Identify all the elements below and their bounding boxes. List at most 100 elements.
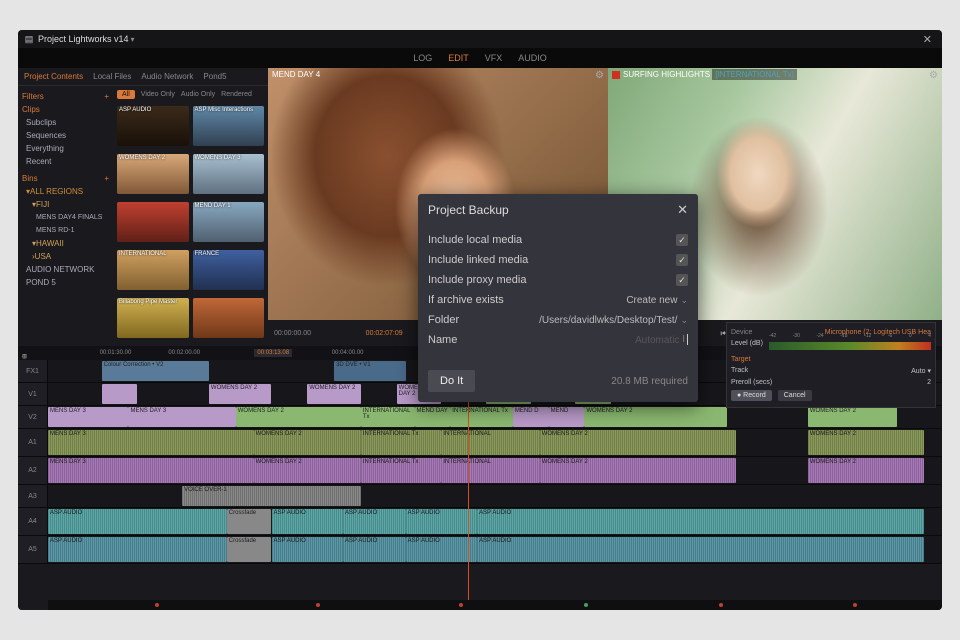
clip-thumbnail[interactable]: WOMENS DAY 3	[193, 154, 265, 194]
timeline-clip[interactable]: INTERNATIONAL	[441, 430, 539, 455]
filter-video[interactable]: Video Only	[141, 91, 175, 98]
timeline-clip[interactable]: ASP AUDIO	[406, 537, 478, 562]
bin-fiji[interactable]: ▾FIJI	[22, 198, 109, 211]
timeline-clip[interactable]: ASP AUDIO	[477, 537, 924, 562]
timeline-clip[interactable]: WOMENS DAY 2	[307, 384, 361, 404]
timeline-marker[interactable]	[155, 603, 159, 607]
timeline-marker[interactable]	[316, 603, 320, 607]
tree-item[interactable]: POND 5	[22, 276, 109, 289]
name-input[interactable]: Automatic I	[477, 334, 688, 345]
clip-thumbnail[interactable]: ASP Misc Interactions	[193, 106, 265, 146]
checkbox[interactable]: ✓	[676, 254, 688, 266]
timeline-clip[interactable]: ASP AUDIO	[272, 509, 344, 534]
track-label[interactable]: FX1	[18, 360, 48, 382]
timeline-clip[interactable]: WOMENS DAY 2	[540, 430, 737, 455]
bin-hawaii[interactable]: ▾HAWAII	[22, 237, 109, 250]
timeline-clip[interactable]: MENS DAY 3	[48, 458, 254, 483]
timeline-clip[interactable]: MEND	[549, 407, 585, 427]
panel-tab[interactable]: Local Files	[93, 72, 131, 81]
clip-thumbnail[interactable]: Billabong Pipe Master	[117, 298, 189, 338]
tree-item[interactable]: Sequences	[22, 129, 109, 142]
panel-tab[interactable]: Project Contents	[24, 72, 83, 81]
timeline-clip[interactable]: ASP AUDIO	[343, 537, 406, 562]
track-label[interactable]: A1	[18, 429, 48, 456]
track-body[interactable]: ASP AUDIOCrossfadeASP AUDIOASP AUDIOASP …	[48, 536, 942, 563]
tree-item[interactable]: Subclips	[22, 116, 109, 129]
tree-item[interactable]: MENS DAY4 FINALS	[22, 211, 109, 224]
timeline-clip[interactable]: ASP AUDIO	[48, 537, 227, 562]
dialog-close-button[interactable]: ✕	[677, 202, 688, 218]
timeline-clip[interactable]: WOMENS DAY 2	[236, 407, 361, 427]
filter-audio[interactable]: Audio Only	[181, 91, 215, 98]
track-label[interactable]: A3	[18, 485, 48, 507]
clip-thumbnail[interactable]: INTERNATIONAL	[117, 250, 189, 290]
timeline-clip[interactable]: MENS DAY 3	[128, 407, 235, 427]
timeline-clip[interactable]: ASP AUDIO	[48, 509, 227, 534]
filter-all[interactable]: All	[117, 90, 135, 99]
add-icon[interactable]: +	[104, 90, 109, 103]
window-close-button[interactable]: ✕	[919, 33, 936, 46]
mode-tab-log[interactable]: LOG	[413, 53, 432, 63]
timeline-marker[interactable]	[459, 603, 463, 607]
project-menu-chevron[interactable]: ▾	[131, 35, 135, 44]
timeline-clip[interactable]: ASP AUDIO	[477, 509, 924, 534]
do-it-button[interactable]: Do It	[428, 370, 475, 392]
timeline-clip[interactable]: VOICE OVER-1	[182, 486, 361, 506]
timeline-clip[interactable]: ASP AUDIO	[343, 509, 406, 534]
timeline-clip[interactable]: WOMENS DAY 2	[254, 458, 361, 483]
add-icon[interactable]: +	[104, 172, 109, 185]
timeline-clip[interactable]: MENS DAY 3	[48, 430, 254, 455]
timeline-markers[interactable]	[48, 600, 942, 610]
checkbox[interactable]: ✓	[676, 234, 688, 246]
tree-item[interactable]: Everything	[22, 142, 109, 155]
clip-thumbnail[interactable]	[193, 298, 265, 338]
timeline-marker[interactable]	[719, 603, 723, 607]
timeline-clip[interactable]: WOMENS DAY 2	[808, 458, 924, 483]
clip-thumbnail[interactable]: WOMENS DAY 2	[117, 154, 189, 194]
timeline-clip[interactable]: WOMENS DAY 2	[254, 430, 361, 455]
track-label[interactable]: A4	[18, 508, 48, 535]
clip-thumbnail[interactable]: FRANCE	[193, 250, 265, 290]
app-menu-icon[interactable]: ▤	[24, 34, 34, 44]
mode-tab-vfx[interactable]: VFX	[485, 53, 503, 63]
timeline-clip[interactable]: MEND DAY	[415, 407, 451, 427]
track-body[interactable]: MENS DAY 3WOMENS DAY 2INTERNATIONAL TxIN…	[48, 457, 942, 484]
timeline-clip[interactable]: 3D DVE • V1	[334, 361, 406, 381]
timeline-clip[interactable]: Crossfade	[227, 537, 272, 562]
clip-thumbnail[interactable]	[117, 202, 189, 242]
tree-item[interactable]: MENS RD-1	[22, 224, 109, 237]
record-button[interactable]: ● Record	[731, 390, 772, 401]
mode-tab-edit[interactable]: EDIT	[448, 53, 469, 63]
timeline-marker[interactable]	[584, 603, 588, 607]
bin-usa[interactable]: ›USA	[22, 250, 109, 263]
timeline-clip[interactable]: INTERNATIONAL Tx	[361, 430, 441, 455]
timeline-clip[interactable]: MEND D	[513, 407, 549, 427]
timeline-clip[interactable]: WOMENS DAY 2	[584, 407, 727, 427]
timeline-marker[interactable]	[853, 603, 857, 607]
timeline-clip[interactable]: Colour Correction • V2	[102, 361, 209, 381]
bin-all-regions[interactable]: ▾ALL REGIONS	[22, 185, 109, 198]
timeline-clip[interactable]: WOMENS DAY 2	[808, 430, 924, 455]
checkbox[interactable]: ✓	[676, 274, 688, 286]
timeline-clip[interactable]: ASP AUDIO	[406, 509, 478, 534]
timeline-clip[interactable]: INTERNATIONAL Tx	[361, 458, 441, 483]
gear-icon[interactable]: ⚙	[595, 70, 604, 81]
tool-icon[interactable]: ◇	[22, 353, 27, 360]
timeline-clip[interactable]: WOMENS DAY 2	[209, 384, 272, 404]
timeline-clip[interactable]: Crossfade	[227, 509, 272, 534]
track-body[interactable]: VOICE OVER-1	[48, 485, 942, 507]
panel-tab[interactable]: Audio Network	[141, 72, 193, 81]
timeline-clip[interactable]	[102, 384, 138, 404]
track-body[interactable]: MENS DAY 3WOMENS DAY 2INTERNATIONAL TxIN…	[48, 429, 942, 456]
track-body[interactable]: ASP AUDIOCrossfadeASP AUDIOASP AUDIOASP …	[48, 508, 942, 535]
cancel-button[interactable]: Cancel	[778, 390, 812, 401]
filter-rendered[interactable]: Rendered	[221, 91, 252, 98]
clip-thumbnail[interactable]: MEND DAY 1	[193, 202, 265, 242]
panel-tab[interactable]: Pond5	[203, 72, 226, 81]
dropdown[interactable]: Create new⌄	[626, 295, 688, 306]
mode-tab-audio[interactable]: AUDIO	[518, 53, 547, 63]
clip-thumbnail[interactable]: ASP AUDIO	[117, 106, 189, 146]
track-label[interactable]: V1	[18, 383, 48, 405]
track-label[interactable]: V2	[18, 406, 48, 428]
timeline-clip[interactable]: WOMENS DAY 2	[808, 407, 897, 427]
